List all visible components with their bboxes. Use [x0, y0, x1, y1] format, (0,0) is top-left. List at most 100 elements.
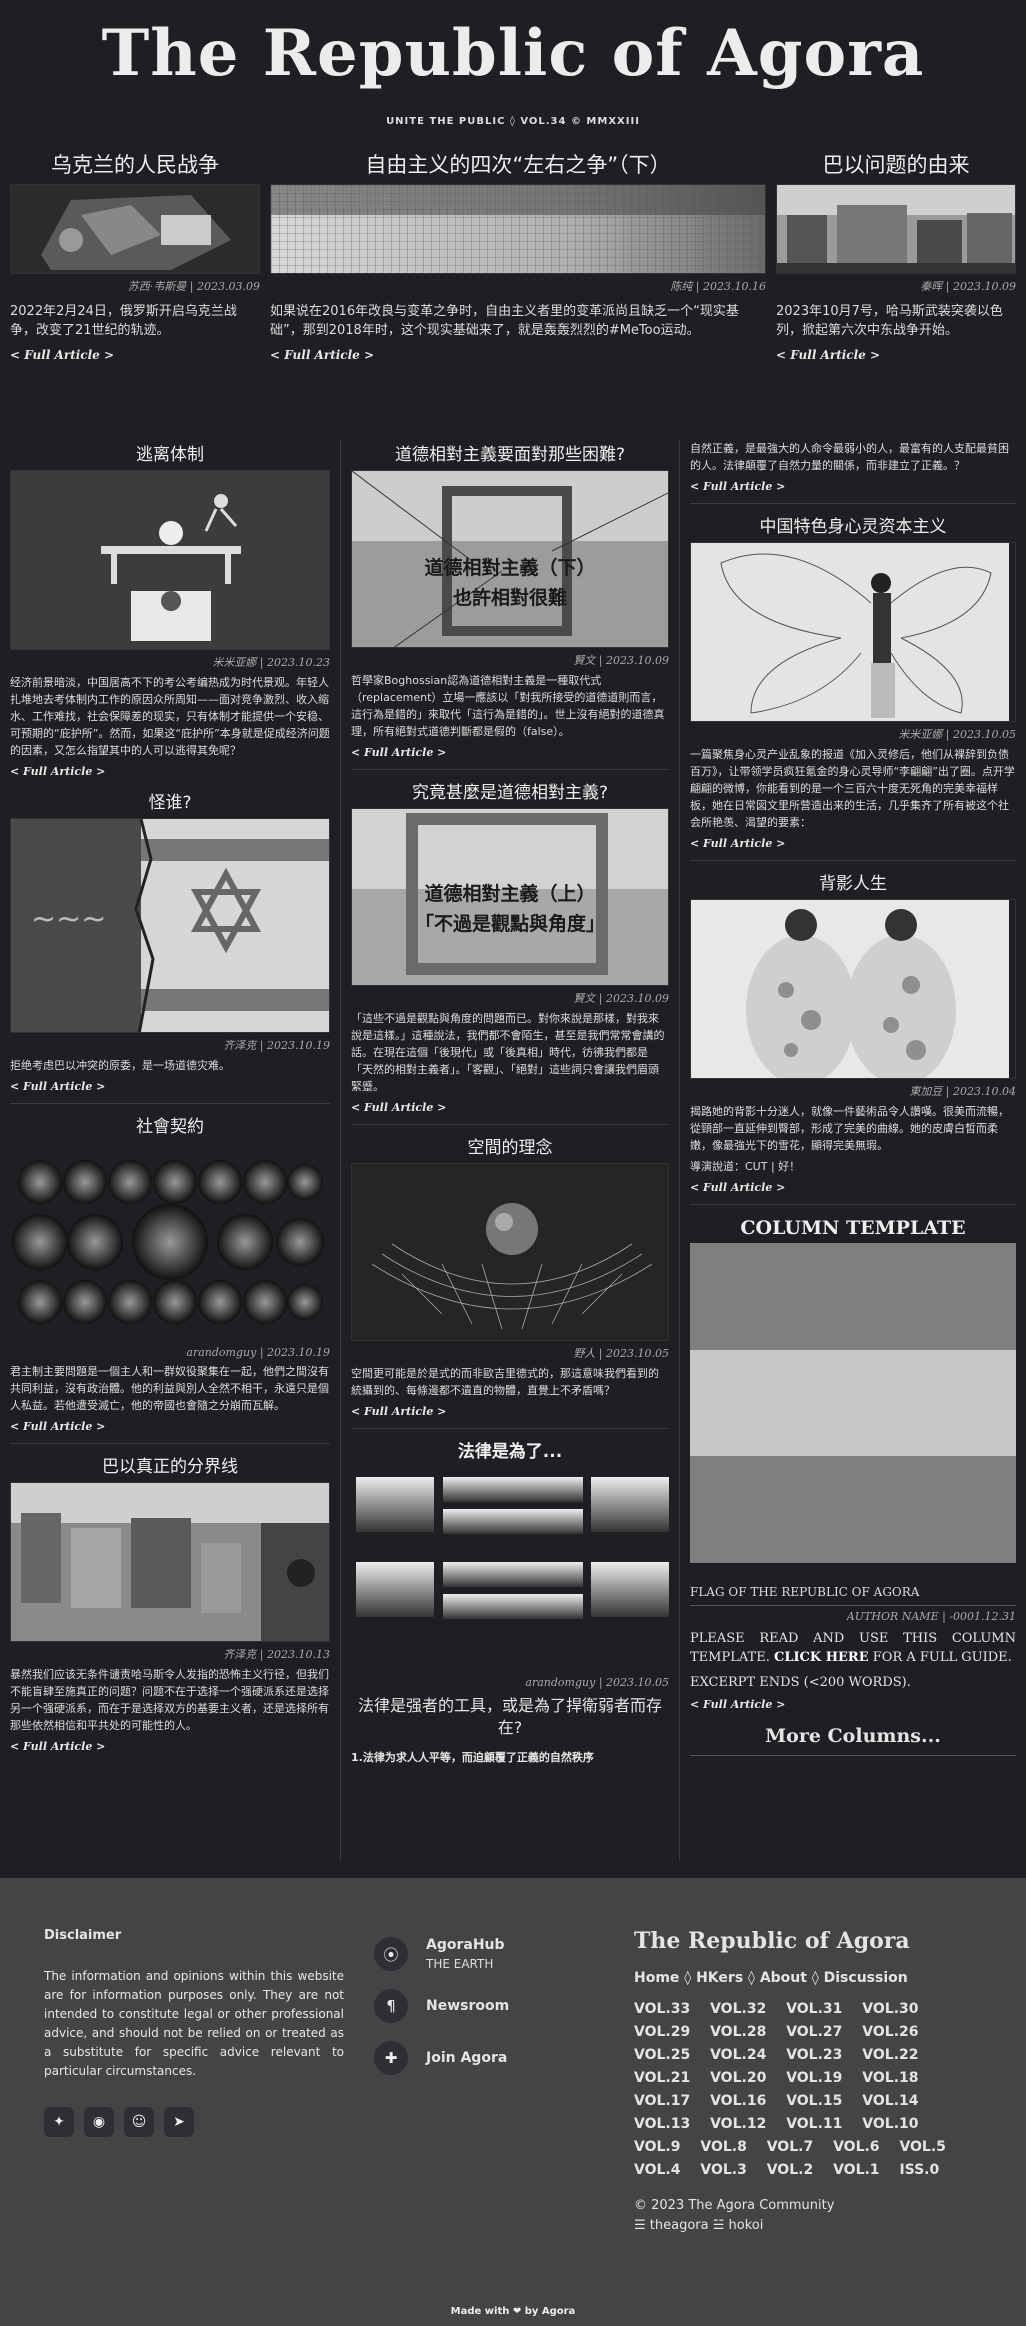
article-title[interactable]: 空間的理念 — [351, 1133, 669, 1163]
article-image[interactable] — [10, 470, 330, 650]
link-hkers[interactable]: HKers — [696, 1970, 743, 1986]
volume-link[interactable]: VOL.26 — [862, 2024, 918, 2040]
volume-link[interactable]: VOL.19 — [786, 2070, 842, 2086]
article-image[interactable] — [10, 184, 260, 274]
volume-link[interactable]: VOL.27 — [786, 2024, 842, 2040]
full-article-link[interactable]: < Full Article > — [690, 837, 1016, 850]
article-image[interactable] — [690, 542, 1016, 722]
article-title[interactable]: 乌克兰的人民战争 — [10, 150, 260, 184]
article-title[interactable]: 法律是為了... — [351, 1437, 669, 1467]
github-icon[interactable]: ◉ — [84, 2107, 114, 2137]
site-title[interactable]: The Republic of Agora — [0, 14, 1026, 94]
volume-link[interactable]: VOL.33 — [634, 2001, 690, 2017]
volume-link[interactable]: VOL.10 — [862, 2116, 918, 2132]
article-title[interactable]: 社會契約 — [10, 1112, 330, 1142]
volume-link[interactable]: VOL.8 — [700, 2139, 746, 2155]
full-article-link[interactable]: < Full Article > — [351, 1101, 669, 1114]
article-image[interactable]: 道德相對主義（下） 也許相對很難 — [351, 470, 669, 648]
credits-text[interactable]: ☰ theagora ☱ hokoi — [634, 2216, 982, 2236]
volume-link[interactable]: VOL.6 — [833, 2139, 879, 2155]
footer-brand[interactable]: The Republic of Agora — [634, 1928, 982, 1954]
volume-link[interactable]: VOL.14 — [862, 2093, 918, 2109]
site-subtitle: UNITE THE PUBLIC ◊ VOL.34 © MMXXIII — [386, 116, 640, 127]
article-title[interactable]: 自由主义的四次“左右之争”（下） — [270, 150, 766, 184]
social-links: ✦ ◉ ☺ ➤ — [44, 2107, 344, 2137]
article-title[interactable]: 巴以问题的由来 — [776, 150, 1016, 184]
volume-links: VOL.33 VOL.32 VOL.31 VOL.30 VOL.29 VOL.2… — [634, 1998, 982, 2182]
article-image[interactable] — [10, 1482, 330, 1642]
article-image[interactable] — [270, 184, 766, 274]
volume-link[interactable]: VOL.2 — [767, 2162, 813, 2178]
reddit-icon[interactable]: ☺ — [124, 2107, 154, 2137]
volume-link[interactable]: VOL.31 — [786, 2001, 842, 2017]
full-article-link[interactable]: < Full Article > — [776, 348, 1016, 362]
article-title[interactable]: 究竟甚麼是道德相對主義? — [351, 778, 669, 808]
volume-link[interactable]: VOL.4 — [634, 2162, 680, 2178]
article-byline: 賢文 | 2023.10.09 — [573, 654, 669, 667]
volume-link[interactable]: VOL.3 — [700, 2162, 746, 2178]
volume-link[interactable]: VOL.22 — [862, 2047, 918, 2063]
guide-link[interactable]: CLICK HERE — [774, 1650, 869, 1665]
article-card: 自然正義，是最強大的人命令最弱小的人，最富有的人支配最貧困的人。法律顛覆了自然力… — [690, 440, 1016, 493]
volume-link[interactable]: ISS.0 — [899, 2162, 939, 2178]
full-article-link[interactable]: < Full Article > — [351, 1405, 669, 1418]
volume-link[interactable]: VOL.11 — [786, 2116, 842, 2132]
full-article-link[interactable]: < Full Article > — [10, 1080, 330, 1093]
article-image[interactable] — [776, 184, 1016, 274]
volume-link[interactable]: VOL.1 — [833, 2162, 879, 2178]
volume-link[interactable]: VOL.25 — [634, 2047, 690, 2063]
article-image[interactable] — [690, 899, 1016, 1079]
full-article-link[interactable]: < Full Article > — [690, 1181, 1016, 1194]
volume-link[interactable]: VOL.5 — [899, 2139, 945, 2155]
article-image[interactable] — [351, 1163, 669, 1341]
volume-link[interactable]: VOL.7 — [767, 2139, 813, 2155]
volume-link[interactable]: VOL.21 — [634, 2070, 690, 2086]
article-title[interactable]: 逃离体制 — [10, 440, 330, 470]
article-image[interactable]: ~~~ — [10, 818, 330, 1033]
volume-link[interactable]: VOL.30 — [862, 2001, 918, 2017]
paragraph-icon: ¶ — [374, 1989, 408, 2023]
volume-link[interactable]: VOL.23 — [786, 2047, 842, 2063]
link-discussion[interactable]: Discussion — [824, 1970, 908, 1986]
volume-link[interactable]: VOL.17 — [634, 2093, 690, 2109]
volume-link[interactable]: VOL.16 — [710, 2093, 766, 2109]
article-title[interactable]: 背影人生 — [690, 869, 1016, 899]
article-title[interactable]: 怪谁? — [10, 788, 330, 818]
article-title[interactable]: 道德相對主義要面對那些困難? — [351, 440, 669, 470]
more-columns-link[interactable]: More Columns... — [690, 1725, 1016, 1756]
telegram-icon[interactable]: ➤ — [164, 2107, 194, 2137]
full-article-link[interactable]: < Full Article > — [10, 765, 330, 778]
link-about[interactable]: About — [760, 1970, 807, 1986]
full-article-link[interactable]: < Full Article > — [270, 348, 766, 362]
full-article-link[interactable]: < Full Article > — [690, 480, 1016, 493]
article-image[interactable] — [10, 1142, 330, 1342]
volume-link[interactable]: VOL.24 — [710, 2047, 766, 2063]
volume-link[interactable]: VOL.9 — [634, 2139, 680, 2155]
nav-join-agora[interactable]: ✚ Join Agora — [374, 2032, 620, 2084]
article-excerpt: 经济前景暗淡，中国居高不下的考公考编热成为时代景观。年轻人扎堆地去考体制内工作的… — [10, 676, 330, 757]
volume-link[interactable]: VOL.32 — [710, 2001, 766, 2017]
twitter-icon[interactable]: ✦ — [44, 2107, 74, 2137]
volume-link[interactable]: VOL.28 — [710, 2024, 766, 2040]
article-title[interactable]: 中国特色身心灵资本主义 — [690, 512, 1016, 542]
nav-agorahub[interactable]: ⦿ AgoraHub THE EARTH — [374, 1928, 620, 1980]
nav-newsroom[interactable]: ¶ Newsroom — [374, 1980, 620, 2032]
full-article-link[interactable]: < Full Article > — [10, 1740, 330, 1753]
article-title[interactable]: 巴以真正的分界线 — [10, 1452, 330, 1482]
full-article-link[interactable]: < Full Article > — [351, 746, 669, 759]
volume-link[interactable]: VOL.12 — [710, 2116, 766, 2132]
article-excerpt: 空間更可能是於是式的而非歐吉里德式的，那這意味我們看到的統攝到的、每條邊都不遺直… — [351, 1367, 659, 1397]
full-article-link[interactable]: < Full Article > — [690, 1698, 1016, 1711]
volume-link[interactable]: VOL.13 — [634, 2116, 690, 2132]
full-article-link[interactable]: < Full Article > — [10, 1420, 330, 1433]
article-image[interactable]: 道德相對主義（上） 「不過是觀點與角度」 — [351, 808, 669, 986]
volume-link[interactable]: VOL.18 — [862, 2070, 918, 2086]
article-byline: 賢文 | 2023.10.09 — [573, 992, 669, 1005]
volume-link[interactable]: VOL.20 — [710, 2070, 766, 2086]
full-article-link[interactable]: < Full Article > — [10, 348, 260, 362]
article-image[interactable] — [351, 1467, 669, 1672]
volume-link[interactable]: VOL.29 — [634, 2024, 690, 2040]
volume-link[interactable]: VOL.15 — [786, 2093, 842, 2109]
link-home[interactable]: Home — [634, 1970, 679, 1986]
template-title[interactable]: COLUMN TEMPLATE — [690, 1213, 1016, 1243]
